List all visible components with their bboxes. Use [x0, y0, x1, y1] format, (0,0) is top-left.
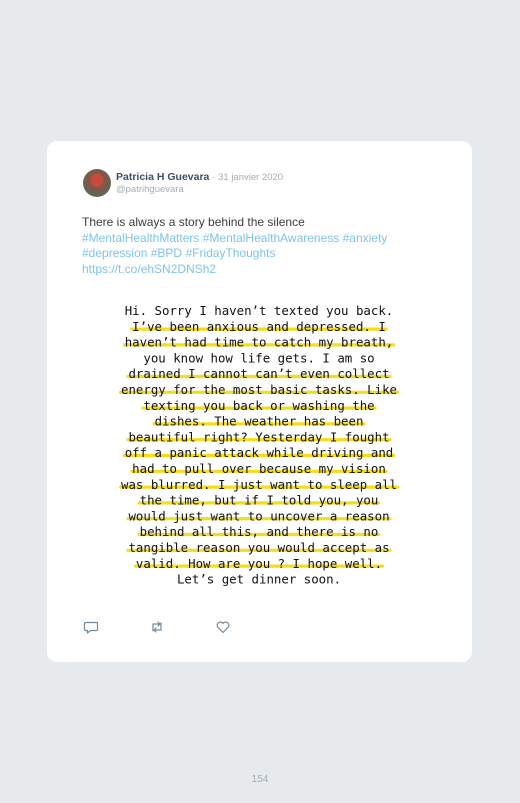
author-name[interactable]: Patricia H Guevara	[116, 171, 209, 183]
heart-icon[interactable]	[215, 619, 231, 635]
retweet-icon[interactable]	[149, 619, 165, 635]
note-line: Let’s get dinner soon.	[177, 572, 341, 587]
hashtag[interactable]: #FridayThoughts	[185, 246, 275, 260]
note-line: haven’t had time to catch my breath,	[125, 335, 394, 350]
note-line: texting you back or washing the	[143, 398, 374, 413]
tweet-date[interactable]: · 31 janvier 2020	[212, 172, 283, 183]
note-line: energy for the most basic tasks. Like	[121, 382, 397, 397]
note-line: off a panic attack while driving and	[125, 445, 394, 460]
author-handle[interactable]: @patrihguevara	[116, 184, 184, 195]
note-line: dishes. The weather has been	[155, 414, 364, 429]
note-line: tangible reason you would accept as	[128, 540, 389, 555]
note-line: Hi. Sorry I haven’t texted you back.	[125, 303, 394, 318]
hashtag[interactable]: #MentalHealthMatters	[82, 231, 199, 245]
note-line: behind all this, and there is no	[140, 524, 379, 539]
avatar[interactable]	[83, 169, 111, 197]
hashtag[interactable]: #anxiety	[343, 231, 388, 245]
note-line: drained I cannot can’t even collect	[128, 366, 389, 381]
tweet-actions	[83, 619, 243, 635]
hashtag-line: #MentalHealthMatters #MentalHealthAwaren…	[82, 231, 442, 247]
tweet-image[interactable]: Hi. Sorry I haven’t texted you back. I’ve…	[109, 299, 409, 589]
note-line: would just want to uncover a reason	[128, 508, 389, 523]
reply-icon[interactable]	[83, 619, 99, 635]
note-line: valid. How are you ? I hope well.	[136, 556, 382, 571]
hashtag[interactable]: #MentalHealthAwareness	[203, 231, 340, 245]
hashtag[interactable]: #depression	[82, 246, 147, 260]
tweet-link[interactable]: https://t.co/ehSN2DNSh2	[82, 262, 216, 276]
note-image: Hi. Sorry I haven’t texted you back.I’ve…	[118, 303, 400, 587]
note-line: had to pull over because my vision	[132, 461, 386, 476]
tweet-text: There is always a story behind the silen…	[82, 215, 442, 277]
hashtag-line: #depression #BPD #FridayThoughts	[82, 246, 442, 262]
hashtag[interactable]: #BPD	[151, 246, 182, 260]
note-line: was blurred. I just want to sleep all	[121, 477, 397, 492]
tweet-card: Patricia H Guevara · 31 janvier 2020 @pa…	[47, 141, 472, 662]
author-row: Patricia H Guevara · 31 janvier 2020	[116, 171, 283, 184]
tweet-body: There is always a story behind the silen…	[82, 215, 305, 229]
note-line: you know how life gets. I am so	[143, 350, 374, 365]
note-text: Hi. Sorry I haven’t texted you back.I’ve…	[121, 303, 397, 587]
page-number: 154	[251, 774, 269, 785]
note-line: I’ve been anxious and depressed. I	[132, 319, 386, 334]
note-line: beautiful right? Yesterday I fought	[128, 429, 389, 444]
note-line: the time, but if I told you, you	[140, 493, 379, 508]
